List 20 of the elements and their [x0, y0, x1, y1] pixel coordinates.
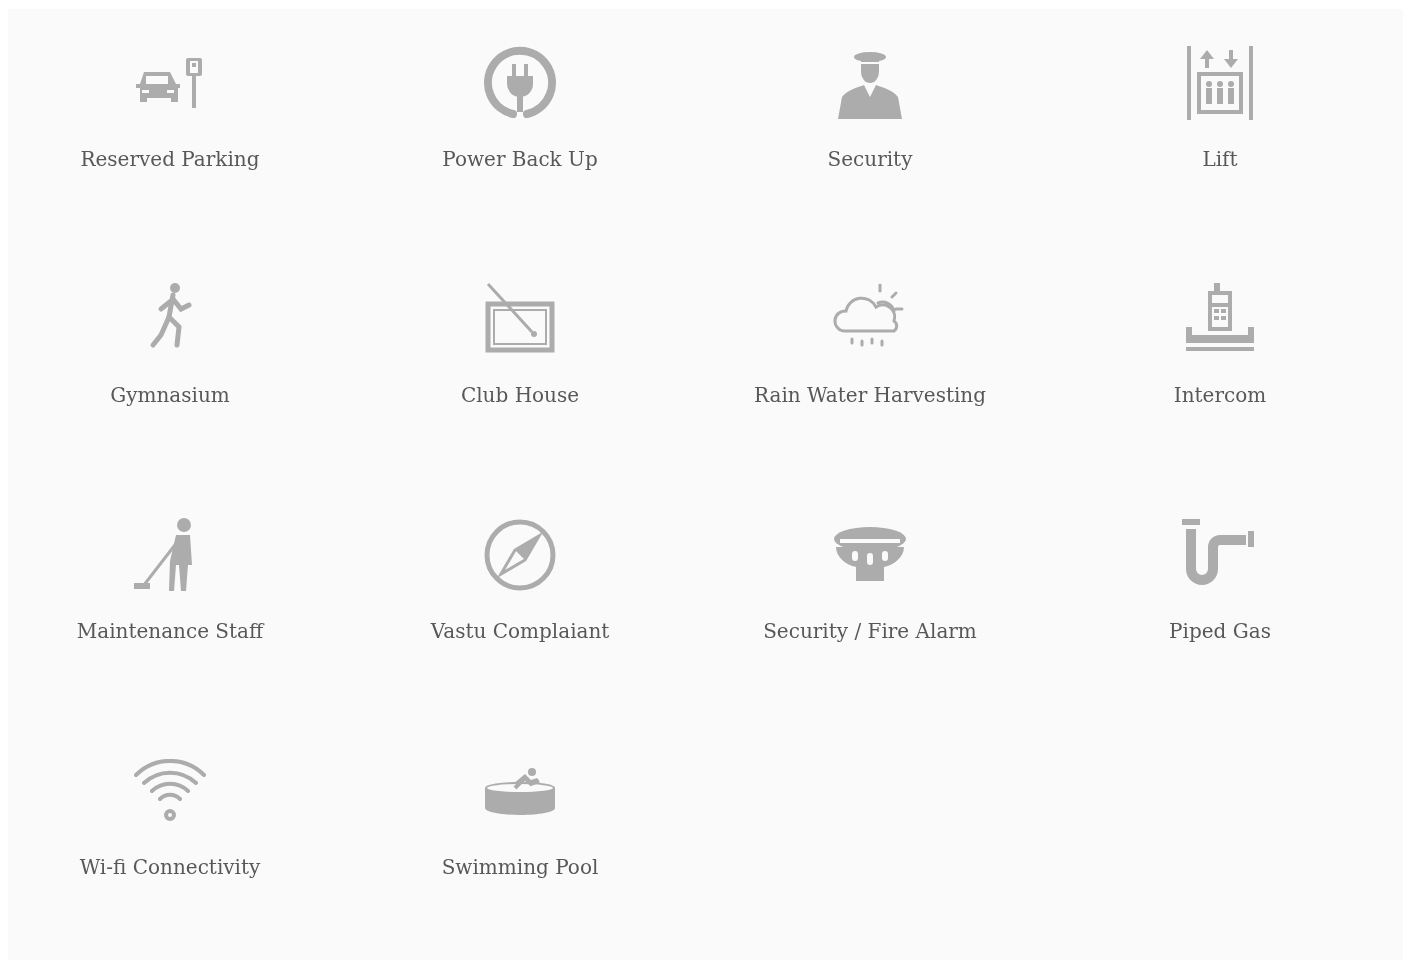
- swimmer-pool-icon: [483, 766, 557, 816]
- amenity-label: Club House: [460, 383, 580, 407]
- amenity-label: Gymnasium: [110, 383, 230, 407]
- amenity-label: Piped Gas: [1169, 619, 1271, 643]
- billiard-table-icon: [484, 282, 556, 356]
- amenity-label: Security / Fire Alarm: [763, 619, 977, 643]
- elevator-icon: [1187, 46, 1253, 120]
- amenity-label: Rain Water Harvesting: [753, 383, 987, 407]
- amenity-label: Power Back Up: [442, 147, 598, 171]
- amenity-label: Maintenance Staff: [76, 619, 264, 643]
- compass-icon: [483, 518, 557, 592]
- amenity-label: Vastu Complaiant: [430, 619, 610, 643]
- amenity-label: Lift: [1202, 147, 1238, 171]
- amenity-label: Intercom: [1173, 383, 1267, 407]
- amenity-label: Security: [827, 147, 913, 171]
- power-plug-icon: [483, 46, 557, 120]
- amenity-label: Wi-fi Connectivity: [79, 855, 261, 879]
- amenity-label: Swimming Pool: [441, 855, 599, 879]
- wifi-icon: [132, 759, 208, 823]
- amenity-label: Reserved Parking: [80, 147, 260, 171]
